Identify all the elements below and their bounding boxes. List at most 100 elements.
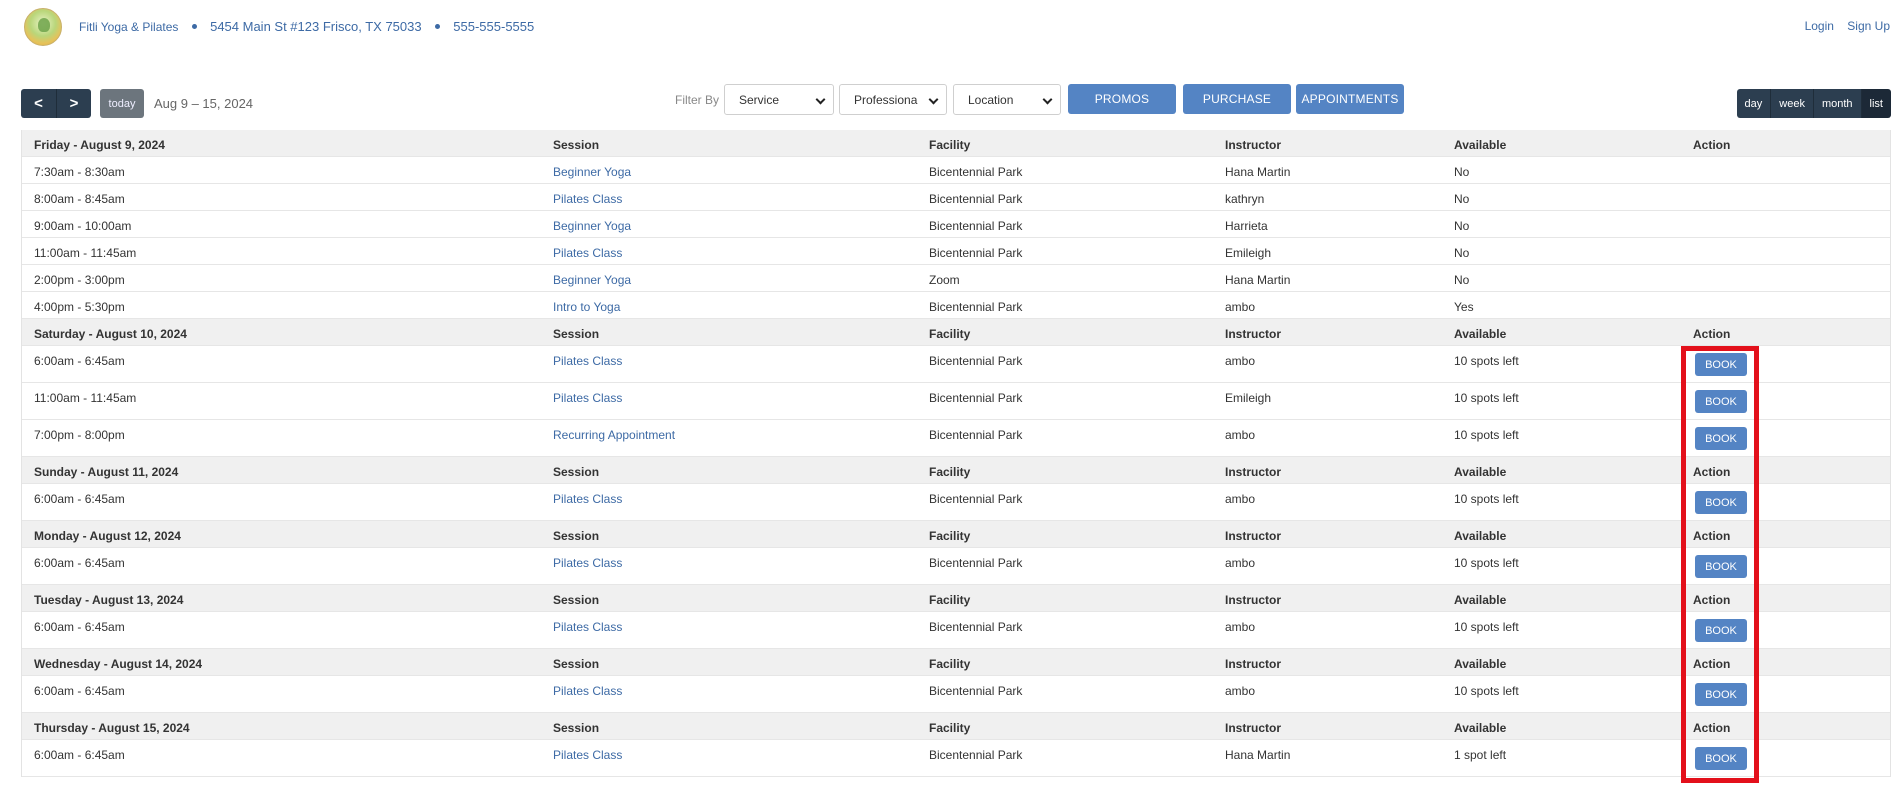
column-header-session: Session [553, 593, 600, 607]
next-week-button[interactable]: > [56, 89, 91, 118]
promos-button[interactable]: PROMOS [1068, 84, 1176, 114]
book-button[interactable]: BOOK [1695, 683, 1747, 706]
session-time: 2:00pm - 3:00pm [34, 273, 125, 287]
purchase-button[interactable]: PURCHASE [1183, 84, 1291, 114]
session-row: 7:00pm - 8:00pm Recurring Appointment Bice… [22, 420, 1890, 457]
business-phone[interactable]: 555-555-5555 [453, 19, 534, 34]
session-row: 2:00pm - 3:00pm Beginner Yoga Zoom Hana Mar… [22, 265, 1890, 292]
session-link[interactable]: Pilates Class [553, 391, 622, 405]
session-link[interactable]: Beginner Yoga [553, 165, 631, 179]
prev-week-button[interactable]: < [21, 89, 56, 118]
session-link[interactable]: Pilates Class [553, 246, 622, 260]
column-header-action: Action [1693, 465, 1731, 479]
book-button[interactable]: BOOK [1695, 555, 1747, 578]
book-button[interactable]: BOOK [1695, 353, 1747, 376]
session-instructor: ambo [1225, 300, 1256, 314]
view-month-button[interactable]: month [1813, 89, 1862, 118]
column-header-facility: Facility [929, 657, 971, 671]
day-label: Saturday - August 10, 2024 [34, 327, 187, 341]
session-availability: No [1454, 192, 1470, 206]
session-row: 11:00am - 11:45am Pilates Class Bicentenni… [22, 383, 1890, 420]
session-link[interactable]: Beginner Yoga [553, 273, 631, 287]
service-select[interactable]: Service [724, 84, 834, 115]
chevron-left-icon: < [34, 95, 43, 112]
session-row: 6:00am - 6:45am Pilates Class Bicentennial… [22, 676, 1890, 713]
session-row: 7:30am - 8:30am Beginner Yoga Bicentennial… [22, 157, 1890, 184]
column-header-available: Available [1454, 327, 1507, 341]
view-week-button[interactable]: week [1771, 89, 1814, 118]
column-header-action: Action [1693, 721, 1731, 735]
column-header-facility: Facility [929, 721, 971, 735]
view-day-button[interactable]: day [1736, 89, 1772, 118]
session-link[interactable]: Pilates Class [553, 492, 622, 506]
session-link[interactable]: Intro to Yoga [553, 300, 620, 314]
session-time: 7:00pm - 8:00pm [34, 428, 125, 442]
session-row: 6:00am - 6:45am Pilates Class Bicentennial… [22, 740, 1890, 777]
column-header-instructor: Instructor [1225, 138, 1282, 152]
column-header-available: Available [1454, 529, 1507, 543]
session-availability: 10 spots left [1454, 354, 1519, 368]
column-header-instructor: Instructor [1225, 657, 1282, 671]
view-list-button[interactable]: list [1861, 89, 1891, 118]
session-time: 7:30am - 8:30am [34, 165, 125, 179]
session-row: 6:00am - 6:45am Pilates Class Bicentennial… [22, 548, 1890, 585]
session-availability: No [1454, 273, 1470, 287]
day-label: Tuesday - August 13, 2024 [34, 593, 184, 607]
login-link[interactable]: Login [1805, 19, 1834, 33]
column-header-available: Available [1454, 593, 1507, 607]
session-instructor: ambo [1225, 684, 1256, 698]
session-row: 6:00am - 6:45am Pilates Class Bicentennial… [22, 612, 1890, 649]
session-row: 9:00am - 10:00am Beginner Yoga Bicentennia… [22, 211, 1890, 238]
session-link[interactable]: Pilates Class [553, 556, 622, 570]
column-header-action: Action [1693, 529, 1731, 543]
session-link[interactable]: Pilates Class [553, 684, 622, 698]
column-header-session: Session [553, 657, 600, 671]
column-header-facility: Facility [929, 465, 971, 479]
session-link[interactable]: Beginner Yoga [553, 219, 631, 233]
location-select[interactable]: Location [953, 84, 1061, 115]
session-link[interactable]: Recurring Appointment [553, 428, 675, 442]
session-instructor: ambo [1225, 556, 1256, 570]
session-facility: Bicentennial Park [929, 620, 1023, 634]
business-address[interactable]: 5454 Main St #123 Frisco, TX 75033 [210, 19, 422, 34]
session-facility: Zoom [929, 273, 960, 287]
chevron-right-icon: > [69, 95, 79, 112]
session-time: 9:00am - 10:00am [34, 219, 132, 233]
today-button[interactable]: today [100, 89, 144, 118]
session-link[interactable]: Pilates Class [553, 192, 622, 206]
session-time: 6:00am - 6:45am [34, 556, 125, 570]
business-logo[interactable] [24, 8, 62, 46]
book-button[interactable]: BOOK [1695, 491, 1747, 514]
column-header-action: Action [1693, 327, 1731, 341]
prev-next-group: < > [21, 89, 91, 118]
book-button[interactable]: BOOK [1695, 427, 1747, 450]
professional-select[interactable]: Professiona [839, 84, 947, 115]
day-header-row: Friday - August 9, 2024 Session Facility In… [22, 130, 1890, 157]
day-header-row: Saturday - August 10, 2024 Session Facilit… [22, 319, 1890, 346]
signup-link[interactable]: Sign Up [1847, 19, 1890, 33]
appointments-button[interactable]: APPOINTMENTS [1296, 84, 1404, 114]
column-header-session: Session [553, 138, 600, 152]
session-time: 8:00am - 8:45am [34, 192, 125, 206]
session-time: 11:00am - 11:45am [34, 391, 137, 405]
session-facility: Bicentennial Park [929, 354, 1023, 368]
book-button[interactable]: BOOK [1695, 619, 1747, 642]
book-button[interactable]: BOOK [1695, 747, 1747, 770]
session-row: 6:00am - 6:45am Pilates Class Bicentennial… [22, 346, 1890, 383]
session-availability: No [1454, 165, 1470, 179]
column-header-action: Action [1693, 593, 1731, 607]
auth-links: Login Sign Up [1795, 19, 1890, 33]
business-name[interactable]: Fitli Yoga & Pilates [79, 20, 178, 34]
book-button[interactable]: BOOK [1695, 390, 1747, 413]
session-availability: No [1454, 219, 1470, 233]
session-link[interactable]: Pilates Class [553, 620, 622, 634]
session-facility: Bicentennial Park [929, 492, 1023, 506]
session-link[interactable]: Pilates Class [553, 354, 622, 368]
session-instructor: Hana Martin [1225, 748, 1291, 762]
session-availability: 10 spots left [1454, 556, 1519, 570]
session-facility: Bicentennial Park [929, 219, 1023, 233]
day-header-row: Tuesday - August 13, 2024 Session Facility… [22, 585, 1890, 612]
session-time: 6:00am - 6:45am [34, 620, 125, 634]
column-header-available: Available [1454, 138, 1507, 152]
session-link[interactable]: Pilates Class [553, 748, 622, 762]
